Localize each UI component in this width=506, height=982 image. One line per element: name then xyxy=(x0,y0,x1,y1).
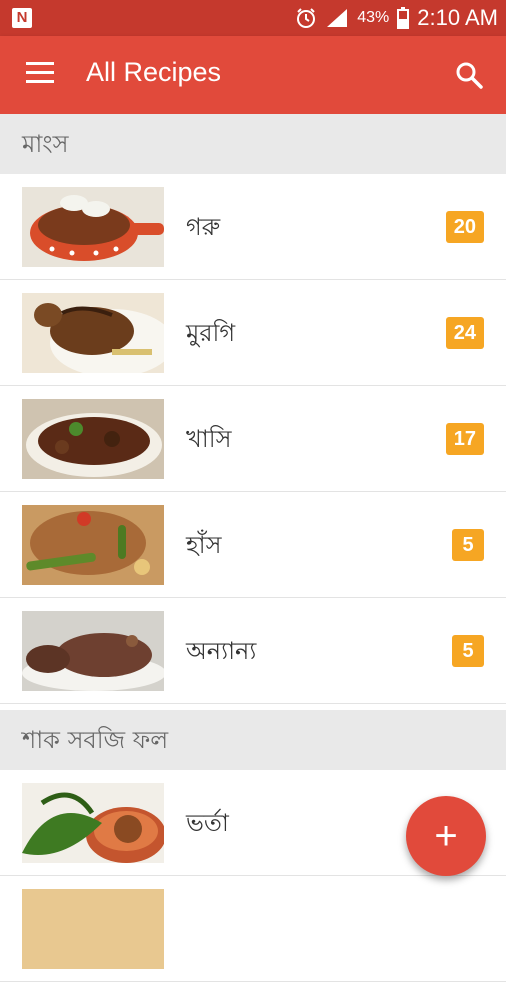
mutton-curry-image xyxy=(22,399,164,479)
app-bar: All Recipes xyxy=(0,36,506,114)
vorta-image xyxy=(22,783,164,863)
signal-icon xyxy=(327,9,348,27)
search-icon[interactable] xyxy=(454,60,484,90)
category-label: খাসি xyxy=(186,425,232,453)
count-badge: 5 xyxy=(452,529,484,561)
alarm-icon xyxy=(297,8,316,28)
recipe-category-row[interactable]: খাসি 17 xyxy=(0,386,506,492)
battery-percent: 43% xyxy=(357,9,390,26)
battery-charging-icon xyxy=(397,7,410,29)
status-icons: 43% 2:10 AM xyxy=(295,4,498,32)
notification-icon: N xyxy=(12,8,32,28)
duck-dish-image xyxy=(22,505,164,585)
partial-row-image xyxy=(22,889,164,969)
category-label: হাঁস xyxy=(186,531,222,559)
roast-chicken-image xyxy=(22,293,164,373)
recipe-category-row[interactable]: হাঁস 5 xyxy=(0,492,506,598)
count-badge: 20 xyxy=(445,211,484,243)
recipe-category-row[interactable]: মুরগি 24 xyxy=(0,280,506,386)
category-label: গরু xyxy=(186,213,221,241)
status-bar: N 43% 2:10 AM xyxy=(0,0,506,36)
beef-curry-image xyxy=(22,187,164,267)
category-label: অন্যান্য xyxy=(186,637,257,665)
add-recipe-button[interactable]: + xyxy=(406,796,486,876)
recipe-category-row[interactable]: গরু 20 xyxy=(0,174,506,280)
count-badge: 17 xyxy=(445,423,484,455)
page-title: All Recipes xyxy=(86,57,222,87)
recipe-category-row[interactable] xyxy=(0,876,506,982)
section-header-meat: মাংস xyxy=(0,114,506,174)
section-header-vegetables: শাক সবজি ফল xyxy=(0,710,506,770)
category-label: ভর্তা xyxy=(186,809,229,837)
count-badge: 24 xyxy=(445,317,484,349)
category-label: মুরগি xyxy=(186,319,236,347)
count-badge: 5 xyxy=(452,635,484,667)
recipe-category-row[interactable]: অন্যান্য 5 xyxy=(0,598,506,704)
clock: 2:10 AM xyxy=(417,5,498,30)
other-meat-image xyxy=(22,611,164,691)
menu-icon[interactable] xyxy=(26,62,54,86)
